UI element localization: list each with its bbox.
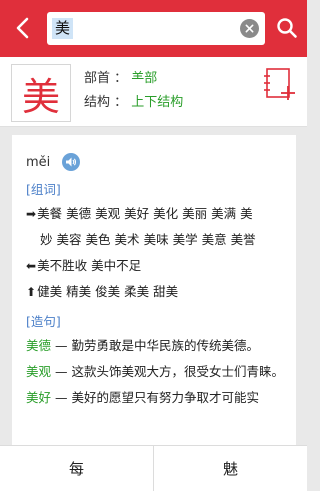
radical-label: 部首 ： <box>84 71 128 86</box>
word-group-line: ⬆健美 精美 俊美 柔美 甜美 <box>26 279 286 305</box>
definition-content[interactable]: měi [组词] ➡美餐 美德 美观 美好 美化 美丽 美满美 妙美容 美色 美术 美味 美学 美意美… <box>12 135 296 445</box>
search-input[interactable]: 美 <box>47 12 265 45</box>
example-sentence: 美好 — 美好的愿望只有努力争取才可能实 <box>26 385 286 411</box>
bottom-nav: 每 魅 <box>0 445 307 491</box>
word-item[interactable]: 美学 <box>173 232 198 247</box>
word-item[interactable]: 美不胜收 <box>37 258 87 273</box>
character-glyph: 美 <box>21 74 60 119</box>
chevron-left-icon <box>16 17 29 39</box>
word-item[interactable]: 美好 <box>124 206 149 221</box>
word-item[interactable]: 美术 <box>115 232 140 247</box>
word-group-line: 妙美容 美色 美术 美味 美学 美意 美誉 <box>26 227 286 253</box>
play-audio-button[interactable] <box>62 153 81 171</box>
example-word[interactable]: 美好 <box>26 390 51 405</box>
word-item[interactable]: 美餐 <box>37 206 62 221</box>
character-display: 美 <box>11 64 71 122</box>
word-item[interactable]: 美中不足 <box>91 258 141 273</box>
add-to-notebook-button[interactable] <box>263 67 297 103</box>
word-item[interactable]: 美色 <box>86 232 111 247</box>
word-item[interactable]: 美满 <box>211 206 236 221</box>
word-item[interactable]: 美德 <box>66 206 91 221</box>
word-item[interactable]: 美意 <box>202 232 227 247</box>
pinyin: měi <box>26 154 51 170</box>
word-item[interactable]: 美丽 <box>182 206 207 221</box>
structure-value[interactable]: 上下结构 <box>131 95 183 110</box>
character-info-card: 美 部首 ： ⺷部 结构 ： 上下结构 <box>0 57 307 127</box>
word-group-line: ⬅美不胜收 美中不足 <box>26 253 286 279</box>
word-item[interactable]: 美誉 <box>231 232 256 247</box>
speaker-icon <box>66 157 77 167</box>
structure-label: 结构 ： <box>84 95 128 110</box>
word-item[interactable]: 俊美 <box>95 284 120 299</box>
word-item[interactable]: 美味 <box>144 232 169 247</box>
radical-value[interactable]: ⺷部 <box>131 71 157 86</box>
prev-character-button[interactable]: 每 <box>0 446 153 491</box>
words-section-title: [组词] <box>26 182 61 197</box>
arrow-up-icon: ⬆ <box>26 285 37 299</box>
example-word[interactable]: 美观 <box>26 364 51 379</box>
word-item[interactable]: 美观 <box>95 206 120 221</box>
word-group-line: ➡美餐 美德 美观 美好 美化 美丽 美满美 <box>26 201 286 227</box>
back-button[interactable] <box>8 13 38 43</box>
search-input-value[interactable]: 美 <box>52 18 74 39</box>
structure-row: 结构 ： 上下结构 <box>84 91 183 115</box>
search-icon <box>277 18 297 38</box>
clear-search-button[interactable] <box>240 19 259 38</box>
example-sentence: 美德 — 勤劳勇敢是中华民族的传统美德。 <box>26 333 286 359</box>
word-item[interactable]: 健美 <box>37 284 62 299</box>
add-to-notebook-icon <box>264 68 295 100</box>
radical-row: 部首 ： ⺷部 <box>84 67 183 91</box>
word-item[interactable]: 甜美 <box>153 284 178 299</box>
example-text: — 勤劳勇敢是中华民族的传统美德。 <box>51 338 259 353</box>
word-item[interactable]: 柔美 <box>124 284 149 299</box>
next-character-button[interactable]: 魅 <box>154 446 307 491</box>
app-header: 美 <box>0 0 307 57</box>
example-word[interactable]: 美德 <box>26 338 51 353</box>
word-item[interactable]: 美 <box>240 206 253 221</box>
example-text: — 这款头饰美观大方，很受女士们青睐。 <box>51 364 284 379</box>
search-button[interactable] <box>272 13 302 43</box>
pronunciation-row: měi <box>26 151 286 173</box>
word-item[interactable]: 精美 <box>66 284 91 299</box>
example-sentence: 美观 — 这款头饰美观大方，很受女士们青睐。 <box>26 359 286 385</box>
arrow-left-icon: ⬅ <box>26 259 37 273</box>
example-text: — 美好的愿望只有努力争取才可能实 <box>51 390 259 405</box>
character-meta: 部首 ： ⺷部 结构 ： 上下结构 <box>84 67 183 115</box>
clear-icon <box>245 24 254 33</box>
word-item[interactable]: 妙 <box>40 232 53 247</box>
word-item[interactable]: 美化 <box>153 206 178 221</box>
arrow-right-icon: ➡ <box>26 207 37 221</box>
word-item[interactable]: 美容 <box>57 232 82 247</box>
sentences-section-title: [造句] <box>26 314 61 329</box>
